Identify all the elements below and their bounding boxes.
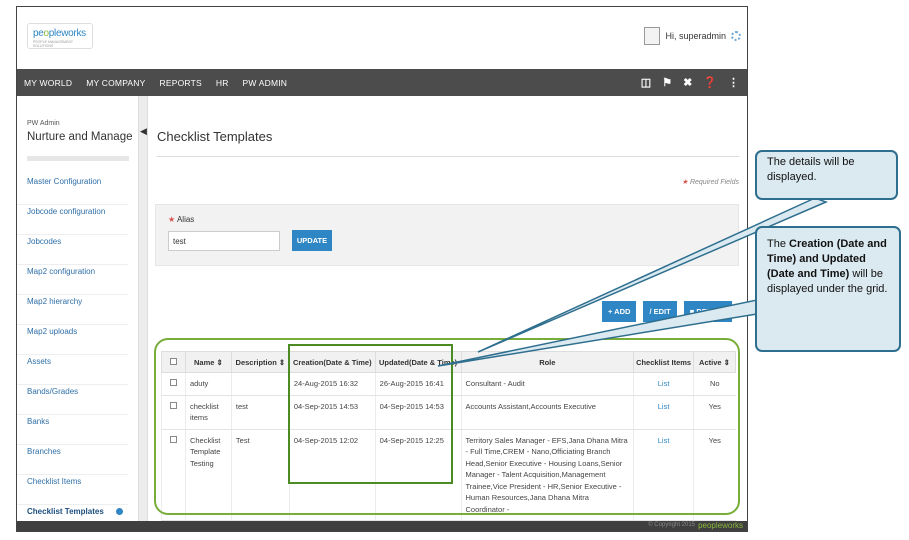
grid-actions: + ADD / EDIT ■ DELETE [602, 301, 732, 322]
nav-item-my-company[interactable]: MY COMPANY [79, 78, 152, 88]
sidebar-item-label: Checklist Templates [27, 507, 104, 516]
sidebar-item-assets[interactable]: Assets [17, 355, 128, 385]
nav-item-my-world[interactable]: MY WORLD [17, 78, 79, 88]
avatar[interactable] [644, 27, 661, 45]
sidebar: PW Admin Nurture and Manage Master Confi… [17, 96, 139, 521]
date-columns-highlight [288, 344, 453, 484]
sidebar-item-jobcodes[interactable]: Jobcodes [17, 235, 128, 265]
nav-icon-group: ◫ ⚑ ✖ ❓ ⋮ [641, 76, 747, 89]
callout-dates: The Creation (Date and Time) and Updated… [755, 226, 901, 352]
alias-label: ★ Alias [168, 215, 195, 224]
sidebar-divider [27, 156, 129, 161]
sidebar-item-banks[interactable]: Banks [17, 415, 128, 445]
sidebar-section-label: PW Admin [27, 120, 60, 127]
sidebar-item-map2-hierarchy[interactable]: Map2 hierarchy [17, 295, 128, 325]
sidebar-menu: Master Configuration Jobcode configurati… [17, 175, 138, 531]
delete-button[interactable]: ■ DELETE [683, 301, 732, 322]
sidebar-item-bands-grades[interactable]: Bands/Grades [17, 385, 128, 415]
sidebar-item-map2-configuration[interactable]: Map2 configuration [17, 265, 128, 295]
nav-item-pw-admin[interactable]: PW ADMIN [236, 78, 295, 88]
trash-icon: ■ [689, 307, 695, 316]
main-nav: MY WORLD MY COMPANY REPORTS HR PW ADMIN … [17, 69, 747, 96]
logo-tagline: PEOPLE MANAGEMENT SOLUTIONS [33, 40, 74, 48]
sidebar-item-checklist-items[interactable]: Checklist Items [17, 475, 128, 505]
update-button[interactable]: UPDATE [292, 230, 332, 251]
page-title: Checklist Templates [157, 129, 273, 144]
share-icon[interactable]: ⋮ [728, 76, 739, 89]
sidebar-item-map2-uploads[interactable]: Map2 uploads [17, 325, 128, 355]
required-star-icon: ★ [681, 179, 689, 186]
required-star-icon: ★ [168, 215, 176, 224]
flag-icon[interactable]: ⚑ [662, 76, 672, 89]
edit-button[interactable]: / EDIT [643, 301, 677, 322]
add-button[interactable]: + ADD [602, 301, 637, 322]
sidebar-item-branches[interactable]: Branches [17, 445, 128, 475]
settings-gear-icon[interactable] [731, 31, 741, 41]
top-header: peopleworks PEOPLE MANAGEMENT SOLUTIONS … [17, 7, 747, 69]
footer: © Copyright 2015 peopleworks [17, 521, 747, 531]
book-icon[interactable]: ◫ [641, 76, 651, 89]
nav-item-reports[interactable]: REPORTS [153, 78, 209, 88]
sidebar-collapse-handle[interactable]: ◀ [139, 96, 148, 521]
nav-item-hr[interactable]: HR [209, 78, 236, 88]
callout-details: The details will be displayed. [755, 150, 898, 200]
user-menu[interactable]: Hi, superadmin [644, 27, 741, 45]
help-icon[interactable]: ❓ [703, 76, 717, 89]
title-divider [157, 156, 739, 157]
copyright-text: © Copyright 2015 [648, 522, 695, 528]
company-logo[interactable]: peopleworks PEOPLE MANAGEMENT SOLUTIONS [27, 23, 93, 49]
sidebar-item-jobcode-configuration[interactable]: Jobcode configuration [17, 205, 128, 235]
sidebar-section-title: Nurture and Manage [27, 131, 133, 143]
logo-wordmark: peopleworks [33, 28, 86, 39]
user-greeting: Hi, superadmin [665, 31, 726, 41]
footer-logo: peopleworks [698, 521, 743, 530]
active-indicator-icon [115, 508, 123, 516]
alias-input[interactable] [168, 231, 280, 251]
alias-form: ★ Alias UPDATE [155, 204, 739, 266]
tools-icon[interactable]: ✖ [683, 76, 692, 89]
chevron-left-icon: ◀ [140, 126, 147, 136]
sidebar-item-master-configuration[interactable]: Master Configuration [17, 175, 128, 205]
required-fields-note: ★ Required Fields [681, 179, 739, 186]
